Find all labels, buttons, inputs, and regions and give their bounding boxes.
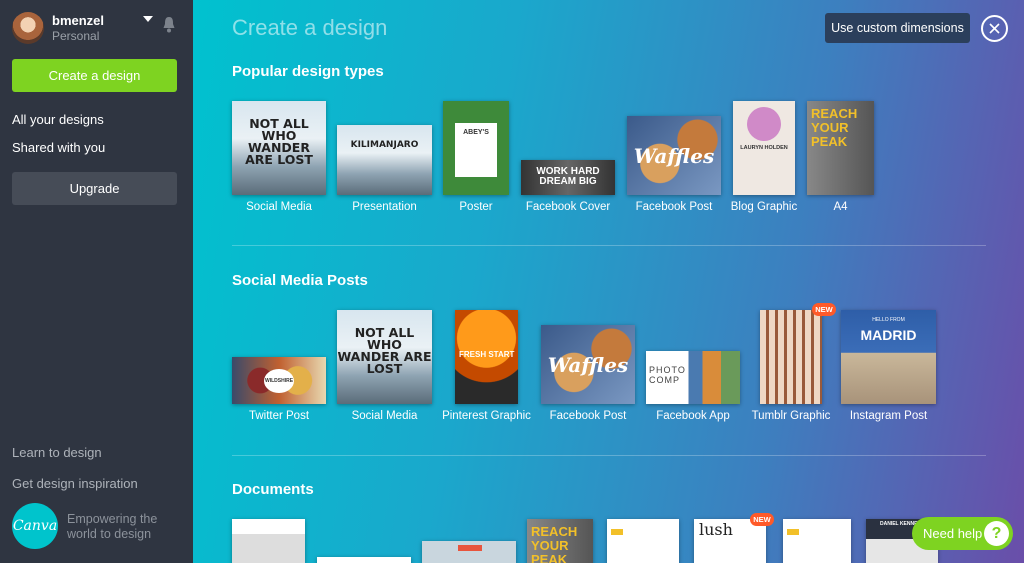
document-thumbnail[interactable]	[783, 519, 851, 563]
thumbnail-subtext: HELLO FROM	[872, 317, 905, 323]
design-type-label: Facebook Post	[549, 410, 627, 422]
document-thumbnail[interactable]	[232, 519, 305, 563]
thumbnail-text: WILDSHIRE	[264, 369, 294, 393]
document-thumbnail[interactable]	[422, 541, 516, 563]
thumbnail-text: NOT ALL WHO WANDER ARE LOST	[337, 324, 432, 376]
design-type-label: Facebook Cover	[525, 201, 611, 213]
all-designs-link[interactable]: All your designs	[12, 112, 104, 127]
design-type-label: Tumblr Graphic	[751, 410, 831, 422]
thumbnail: LAURYN HOLDEN	[733, 101, 795, 195]
design-type-label: Poster	[459, 201, 493, 213]
section-title-social-posts: Social Media Posts	[232, 272, 368, 289]
page-title: Create a design	[232, 15, 388, 40]
design-type-label: Instagram Post	[849, 410, 928, 422]
design-type-label: Facebook Post	[635, 201, 713, 213]
question-icon: ?	[984, 521, 1009, 546]
thumbnail: HELLO FROM MADRID	[841, 310, 936, 404]
document-thumbnail[interactable]	[317, 557, 411, 563]
main-panel: Create a design Use custom dimensions Po…	[193, 0, 1024, 563]
tagline: Empowering the world to design	[67, 512, 158, 541]
thumbnail: PHOTO COMP	[646, 351, 740, 404]
bell-icon[interactable]	[162, 16, 176, 34]
thumbnail: Waffles	[627, 116, 721, 195]
thumbnail-text: MADRID	[860, 327, 917, 343]
design-type-label: Twitter Post	[248, 410, 310, 422]
thumbnail: NOT ALL WHO WANDER ARE LOST	[232, 101, 326, 195]
shared-with-you-link[interactable]: Shared with you	[12, 140, 105, 155]
section-title-popular: Popular design types	[232, 63, 384, 80]
thumbnail-text: lush	[699, 520, 733, 539]
thumbnail-text: KILIMANJARO	[350, 140, 419, 150]
thumbnail-text: Waffles	[547, 353, 629, 378]
design-type-label: A4	[833, 201, 848, 213]
thumbnail-text: Waffles	[633, 144, 715, 169]
thumbnail: REACH YOUR PEAK	[807, 101, 874, 195]
sidebar: bmenzel Personal Create a design All you…	[0, 0, 193, 563]
need-help-button[interactable]: Need help ?	[912, 517, 1013, 550]
caret-down-icon[interactable]	[143, 16, 153, 22]
username[interactable]: bmenzel	[52, 13, 104, 28]
thumbnail	[760, 310, 822, 404]
section-divider	[232, 245, 986, 246]
close-icon	[989, 23, 1000, 34]
upgrade-button[interactable]: Upgrade	[12, 172, 177, 205]
design-type-label: Social Media	[246, 201, 312, 213]
design-type-label: Presentation	[352, 201, 417, 213]
thumbnail: Waffles	[541, 325, 635, 404]
new-badge: NEW	[750, 513, 774, 526]
user-plan: Personal	[52, 29, 100, 43]
design-type-label: Pinterest Graphic	[442, 410, 531, 422]
design-inspiration-link[interactable]: Get design inspiration	[12, 476, 138, 491]
thumbnail: FRESH START	[455, 310, 518, 404]
thumbnail-text: REACH YOUR PEAK	[811, 106, 858, 149]
thumbnail: WORK HARD DREAM BIG	[521, 160, 615, 195]
learn-to-design-link[interactable]: Learn to design	[12, 445, 102, 460]
create-design-button[interactable]: Create a design	[12, 59, 177, 92]
design-type-label: Facebook App	[656, 410, 730, 422]
thumbnail-text: PHOTO COMP	[649, 365, 686, 385]
custom-dimensions-button[interactable]: Use custom dimensions	[825, 13, 970, 43]
document-thumbnail[interactable]: REACH YOUR PEAK	[527, 519, 593, 563]
thumbnail-text: ABEY'S	[463, 129, 489, 136]
thumbnail: KILIMANJARO	[337, 125, 432, 195]
design-type-label: Social Media	[351, 410, 418, 422]
need-help-label: Need help	[923, 526, 983, 541]
document-thumbnail[interactable]	[607, 519, 679, 563]
thumbnail-text: REACH YOUR PEAK	[531, 524, 578, 563]
thumbnail-text: NOT ALL WHO WANDER ARE LOST	[245, 115, 313, 167]
close-button[interactable]	[981, 15, 1008, 42]
thumbnail-text: FRESH START	[459, 350, 515, 359]
avatar[interactable]	[12, 12, 44, 44]
thumbnail: ABEY'S	[443, 101, 509, 195]
design-type-label: Blog Graphic	[730, 201, 798, 213]
section-title-documents: Documents	[232, 481, 314, 498]
thumbnail: WILDSHIRE	[232, 357, 326, 404]
thumbnail-text: LAURYN HOLDEN	[740, 145, 788, 151]
new-badge: NEW	[812, 303, 836, 316]
canva-logo[interactable]: Canva	[12, 503, 58, 549]
thumbnail: NOT ALL WHO WANDER ARE LOST	[337, 310, 432, 404]
section-divider	[232, 455, 986, 456]
thumbnail-text: WORK HARD DREAM BIG	[536, 166, 600, 187]
